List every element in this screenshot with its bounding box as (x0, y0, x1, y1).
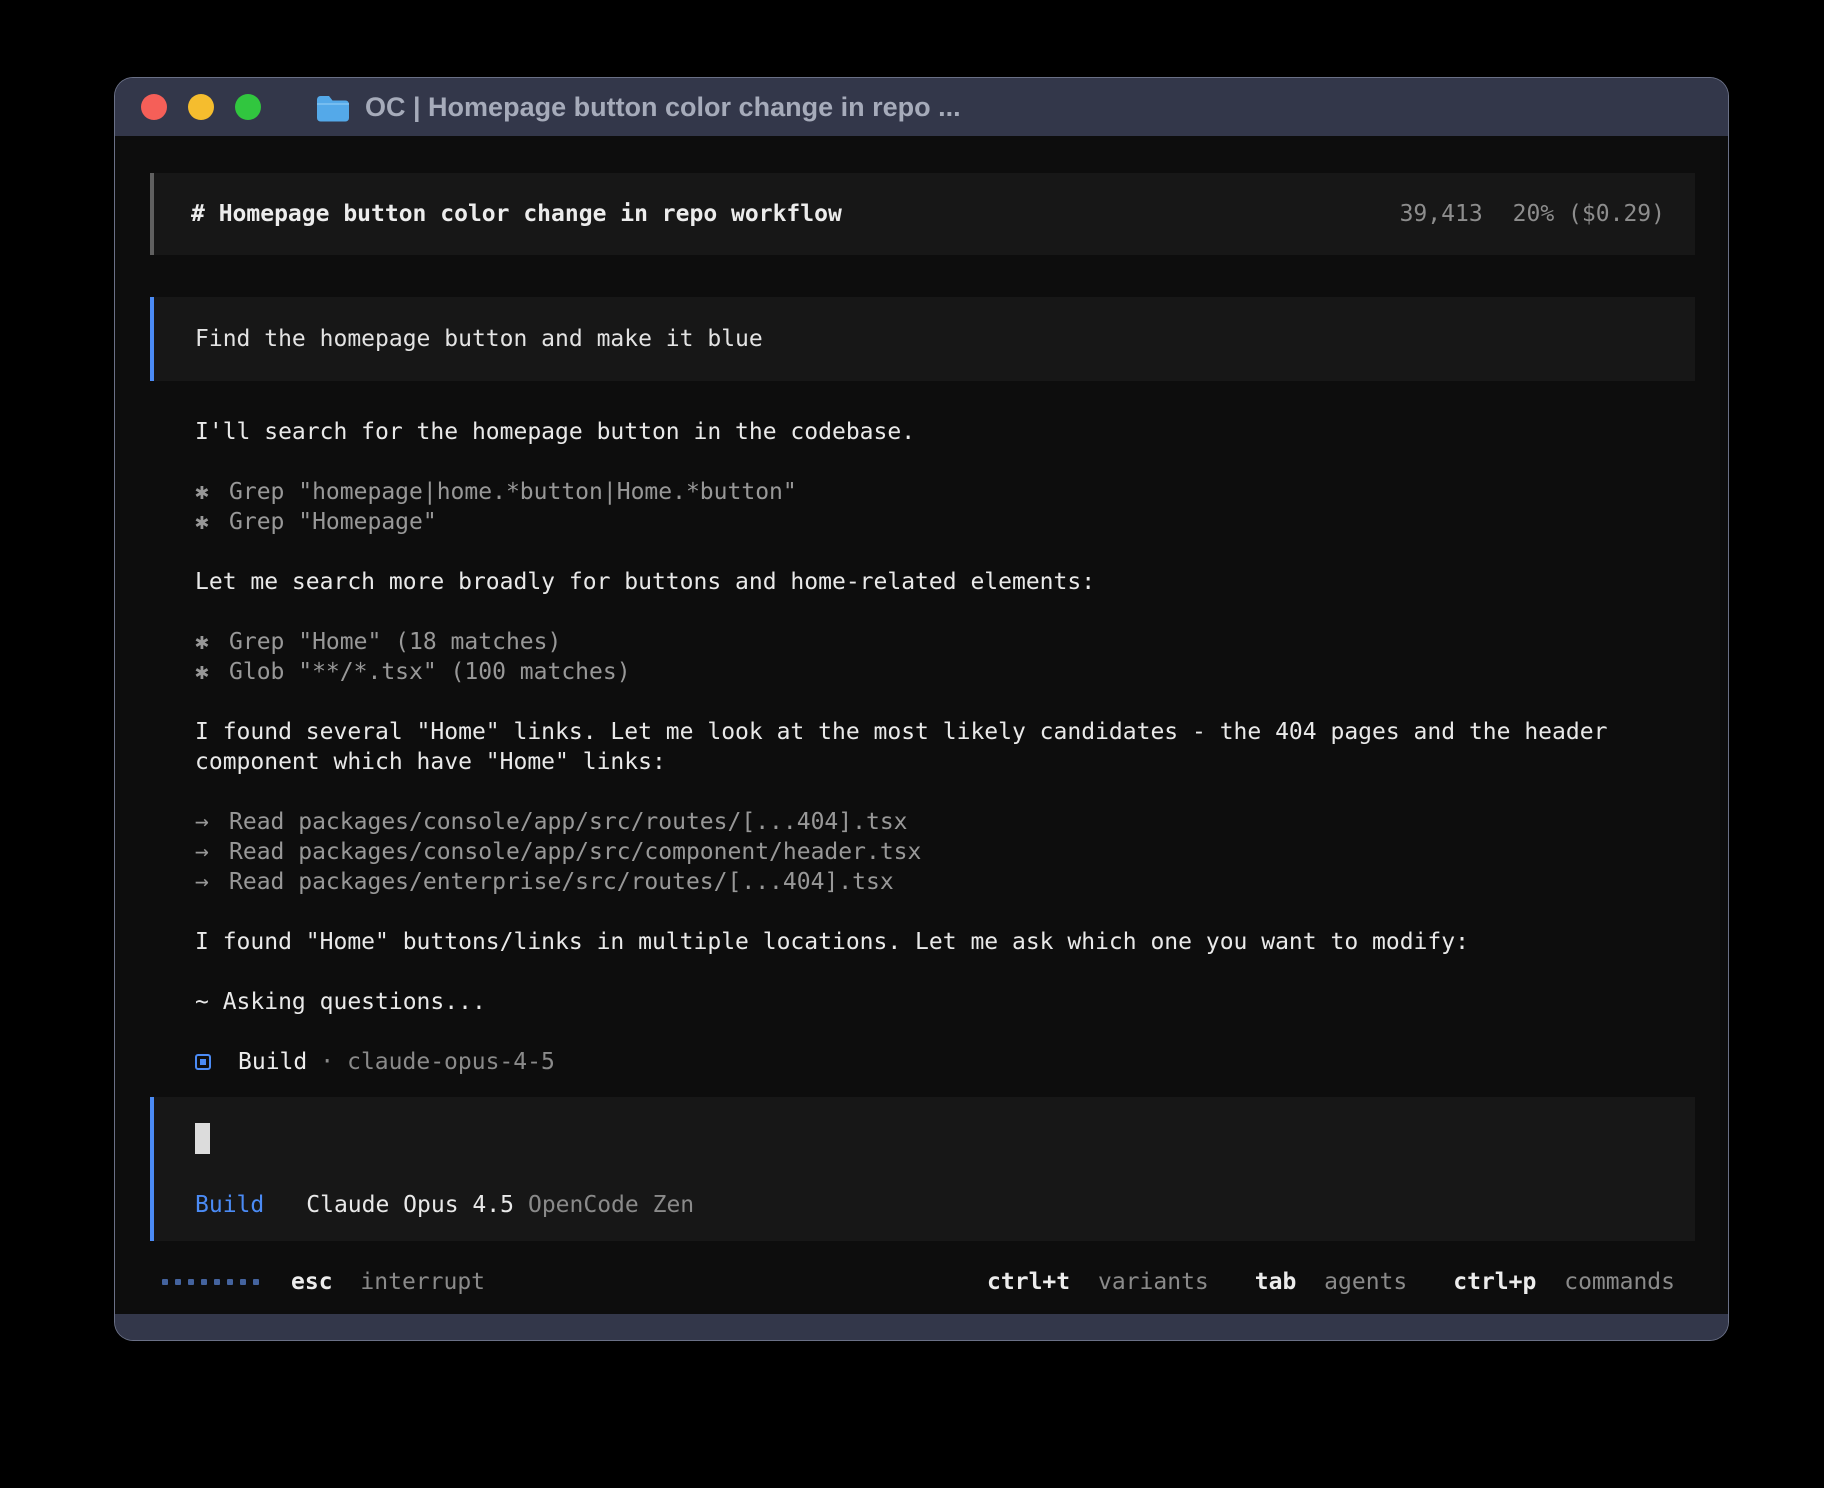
tool-call-text: Read packages/console/app/src/component/… (229, 839, 921, 865)
tool-call-text: Read packages/console/app/src/routes/[..… (229, 809, 908, 835)
tool-call-text: Grep "Home" (18 matches) (229, 629, 561, 655)
traffic-lights (141, 94, 261, 120)
terminal-content: # Homepage button color change in repo w… (115, 136, 1728, 1314)
asterisk-tool-icon: ✱ (195, 627, 229, 657)
agents-label: agents (1324, 1269, 1407, 1295)
tool-call-group: ✱Grep "homepage|home.*button|Home.*butto… (195, 477, 1695, 537)
status-bar: esc interrupt ctrl+t variants tab agents… (150, 1267, 1695, 1297)
tool-call-text: Grep "homepage|home.*button|Home.*button… (229, 479, 797, 505)
arrow-tool-icon: → (195, 867, 229, 897)
tab-key: tab (1255, 1269, 1297, 1295)
input-footer: Build Claude Opus 4.5 OpenCode Zen (195, 1190, 1665, 1220)
status-right: ctrl+t variants tab agents ctrl+p comman… (987, 1267, 1675, 1297)
prompt-input[interactable]: Build Claude Opus 4.5 OpenCode Zen (150, 1097, 1695, 1241)
tool-call-group: →Read packages/console/app/src/routes/[.… (195, 807, 1695, 897)
agent-square-icon (195, 1054, 211, 1070)
working-status: ~ Asking questions... (195, 987, 1695, 1017)
esc-key: esc (291, 1269, 333, 1295)
agent-model: claude-opus-4-5 (347, 1047, 555, 1077)
tool-call-text: Grep "Homepage" (229, 509, 437, 535)
asterisk-tool-icon: ✱ (195, 507, 229, 537)
arrow-tool-icon: → (195, 807, 229, 837)
tool-call-read: →Read packages/console/app/src/routes/[.… (195, 807, 1695, 837)
agent-badge: Build · claude-opus-4-5 (195, 1047, 1695, 1077)
window-bottom-strip (115, 1314, 1728, 1340)
user-message: Find the homepage button and make it blu… (150, 297, 1695, 381)
tool-call-text: Glob "**/*.tsx" (100 matches) (229, 659, 631, 685)
ctrl-p-key: ctrl+p (1453, 1269, 1536, 1295)
user-message-text: Find the homepage button and make it blu… (195, 326, 763, 352)
agents-hint: tab agents (1255, 1267, 1408, 1297)
zoom-button[interactable] (235, 94, 261, 120)
tool-call-group: ✱Grep "Home" (18 matches) ✱Glob "**/*.ts… (195, 627, 1695, 687)
assistant-paragraph: I found "Home" buttons/links in multiple… (195, 927, 1695, 957)
terminal-window: OC | Homepage button color change in rep… (115, 78, 1728, 1340)
minimize-button[interactable] (188, 94, 214, 120)
mode-label[interactable]: Build (195, 1190, 264, 1220)
asterisk-tool-icon: ✱ (195, 477, 229, 507)
tool-call-grep: ✱Grep "homepage|home.*button|Home.*butto… (195, 477, 1695, 507)
context-usage: 20% ($0.29) (1513, 199, 1665, 229)
interrupt-hint: esc interrupt (291, 1267, 485, 1297)
session-header: # Homepage button color change in repo w… (150, 173, 1695, 255)
text-cursor (195, 1123, 210, 1154)
commands-label: commands (1564, 1269, 1675, 1295)
dot-separator: · (320, 1047, 334, 1077)
variants-label: variants (1098, 1269, 1209, 1295)
folder-icon (315, 93, 351, 122)
assistant-paragraph: Let me search more broadly for buttons a… (195, 567, 1695, 597)
tool-call-read: →Read packages/enterprise/src/routes/[..… (195, 867, 1695, 897)
window-title: OC | Homepage button color change in rep… (365, 92, 961, 123)
model-name: Claude Opus 4.5 (306, 1190, 514, 1220)
commands-hint: ctrl+p commands (1453, 1267, 1675, 1297)
ctrl-t-key: ctrl+t (987, 1269, 1070, 1295)
provider-name: OpenCode Zen (528, 1190, 694, 1220)
session-title: # Homepage button color change in repo w… (191, 199, 842, 229)
tool-call-text: Read packages/enterprise/src/routes/[...… (229, 869, 894, 895)
titlebar[interactable]: OC | Homepage button color change in rep… (115, 78, 1728, 136)
tool-call-read: →Read packages/console/app/src/component… (195, 837, 1695, 867)
arrow-tool-icon: → (195, 837, 229, 867)
assistant-paragraph: I found several "Home" links. Let me loo… (195, 717, 1695, 777)
close-button[interactable] (141, 94, 167, 120)
variants-hint: ctrl+t variants (987, 1267, 1209, 1297)
esc-label: interrupt (360, 1269, 485, 1295)
status-left: esc interrupt (162, 1267, 485, 1297)
conversation: I'll search for the homepage button in t… (150, 381, 1695, 1077)
spinner-dots-icon (162, 1279, 259, 1285)
tool-call-grep: ✱Grep "Home" (18 matches) (195, 627, 1695, 657)
tool-call-glob: ✱Glob "**/*.tsx" (100 matches) (195, 657, 1695, 687)
assistant-paragraph: I'll search for the homepage button in t… (195, 417, 1695, 447)
agent-name: Build (238, 1047, 307, 1077)
session-stats: 39,413 20% ($0.29) (1400, 199, 1665, 229)
asterisk-tool-icon: ✱ (195, 657, 229, 687)
token-count: 39,413 (1400, 199, 1483, 229)
tool-call-grep: ✱Grep "Homepage" (195, 507, 1695, 537)
